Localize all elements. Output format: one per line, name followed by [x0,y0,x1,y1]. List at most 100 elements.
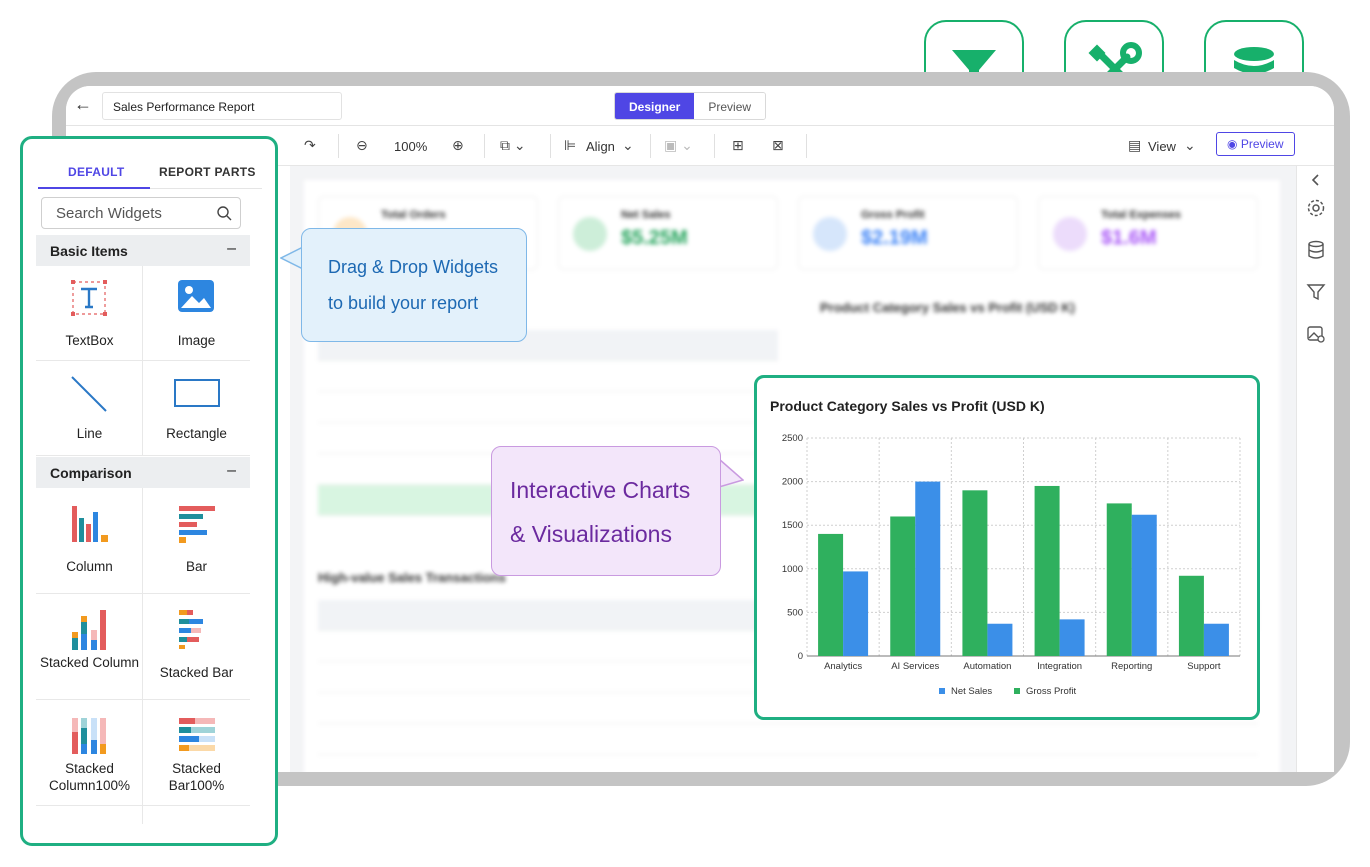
active-tab-underline [38,187,150,189]
y-tick-label: 2000 [782,477,803,488]
widget-stacked-bar[interactable]: Stacked Bar [143,594,250,700]
copy-icon[interactable]: ⧉ ⌄ [500,137,526,154]
kpi-label: Net Sales [621,209,671,221]
search-input[interactable]: Search Widgets [41,197,241,229]
report-title-field[interactable]: Sales Performance Report [102,92,342,120]
callout-text: Interactive Charts [510,477,691,503]
y-tick-label: 1000 [782,564,803,575]
filter-icon[interactable] [1306,282,1326,302]
callout-text: to build your report [328,293,479,313]
stacked-bar-icon [179,610,203,649]
stacked-bar100-icon [179,718,215,751]
back-arrow-icon[interactable]: ← [74,94,92,115]
widget-label: TextBox [65,333,114,348]
section-comparison[interactable]: Comparison – [36,457,250,488]
widget-tabs: DEFAULT REPORT PARTS [38,153,262,189]
collapse-icon[interactable]: – [227,462,236,480]
preview-mode-button[interactable]: Preview [694,93,766,119]
charts-callout: Interactive Charts & Visualizations [491,446,721,576]
widget-bar[interactable]: Bar [143,488,250,594]
widget-stacked-bar100[interactable]: Stacked Bar100% [143,700,250,806]
preview-button[interactable]: ◉ Preview [1216,132,1295,156]
widget-stacked-column[interactable]: Stacked Column [36,594,143,700]
fit-page-icon[interactable]: ⊠ [772,137,784,154]
bar-gross-profit [818,533,844,656]
x-tick-label: Integration [1037,661,1082,672]
textbox-icon [71,280,107,316]
toolbar-divider [484,134,485,158]
widget-label: Image [177,333,216,348]
section-title: Comparison [50,465,132,481]
bar-gross-profit [890,516,916,656]
image-icon [178,280,214,312]
widget-label: Rectangle [166,426,227,441]
kpi-value: $2.19M [861,227,928,249]
widget-column[interactable]: Column [36,488,143,594]
widget-label: Line [76,426,103,441]
widget-label: Column [66,559,113,574]
legend-label: Gross Profit [1026,686,1077,697]
chevron-down-icon[interactable]: ⌄ [622,137,634,154]
preview-button-label: Preview [1240,137,1284,151]
kpi-card: Gross Profit $2.19M [798,196,1018,270]
widget-label: Stacked Column100% [48,761,131,793]
collapse-chevron-icon[interactable] [1306,170,1326,190]
widget-image[interactable]: Image [143,266,250,361]
view-dropdown[interactable]: View [1148,139,1176,154]
zoom-level[interactable]: 100% [394,139,427,154]
designer-mode-button[interactable]: Designer [615,93,695,119]
kpi-card: Total Expenses $1.6M [1038,196,1258,270]
search-placeholder: Search Widgets [56,205,162,222]
marketing-composite: ← Sales Performance Report Designer Prev… [0,0,1370,867]
callout-pointer [718,458,744,488]
right-property-rail [1296,166,1334,772]
group-icon[interactable]: ▣ ⌄ [664,137,693,154]
image-settings-icon[interactable] [1306,324,1326,344]
eye-icon: ◉ [1227,137,1241,151]
bar-gross-profit [1178,575,1204,656]
widget-label: Bar [185,559,207,574]
kpi-value: $5.25M [621,227,688,249]
table-row [318,724,1258,755]
widget-rectangle[interactable]: Rectangle [143,361,250,456]
kpi-card: Net Sales $5.25M [558,196,778,270]
chevron-down-icon[interactable]: ⌄ [1184,137,1196,154]
widget-stacked-column100[interactable]: Stacked Column100% [36,700,143,806]
stacked-column-icon [72,610,106,650]
widget-label: Stacked Column [39,655,140,670]
bar-gross-profit [1034,485,1060,656]
data-source-icon[interactable] [1306,240,1326,260]
zoom-out-icon[interactable]: ⊖ [356,137,368,154]
kpi-label: Total Expenses [1101,209,1181,221]
transactions-heading: High-value Sales Transactions [318,570,506,585]
drag-drop-callout: Drag & Drop Widgets to build your report [301,228,527,342]
settings-gear-icon[interactable] [1306,198,1326,218]
widget-textbox[interactable]: TextBox [36,266,143,361]
redo-icon[interactable]: ↷ [304,137,316,154]
callout-text: & Visualizations [510,521,672,547]
x-tick-label: Automation [963,661,1011,672]
kpi-value: $1.6M [1101,227,1157,249]
chart-card[interactable]: Product Category Sales vs Profit (USD K)… [754,375,1260,720]
x-tick-label: Analytics [824,661,862,672]
bar-net-sales [1131,514,1157,656]
widget-line[interactable]: Line [36,361,143,456]
expenses-icon [1053,217,1087,251]
view-layout-icon[interactable]: ▤ [1128,137,1141,154]
widget-panel: DEFAULT REPORT PARTS Search Widgets Basi… [20,136,278,846]
align-left-icon[interactable]: ⊫ [564,137,576,154]
mode-toggle: Designer Preview [614,92,767,120]
section-basic-items[interactable]: Basic Items – [36,235,250,266]
table-row [318,361,778,392]
y-tick-label: 500 [787,607,803,618]
align-dropdown[interactable]: Align [586,139,615,154]
fit-width-icon[interactable]: ⊞ [732,137,744,154]
profit-icon [813,217,847,251]
tab-report-parts[interactable]: REPORT PARTS [159,165,256,179]
y-tick-label: 1500 [782,520,803,531]
collapse-icon[interactable]: – [227,240,236,258]
tab-default[interactable]: DEFAULT [68,165,125,179]
zoom-in-icon[interactable]: ⊕ [452,137,464,154]
search-icon[interactable] [216,205,232,221]
table-row [318,392,778,423]
